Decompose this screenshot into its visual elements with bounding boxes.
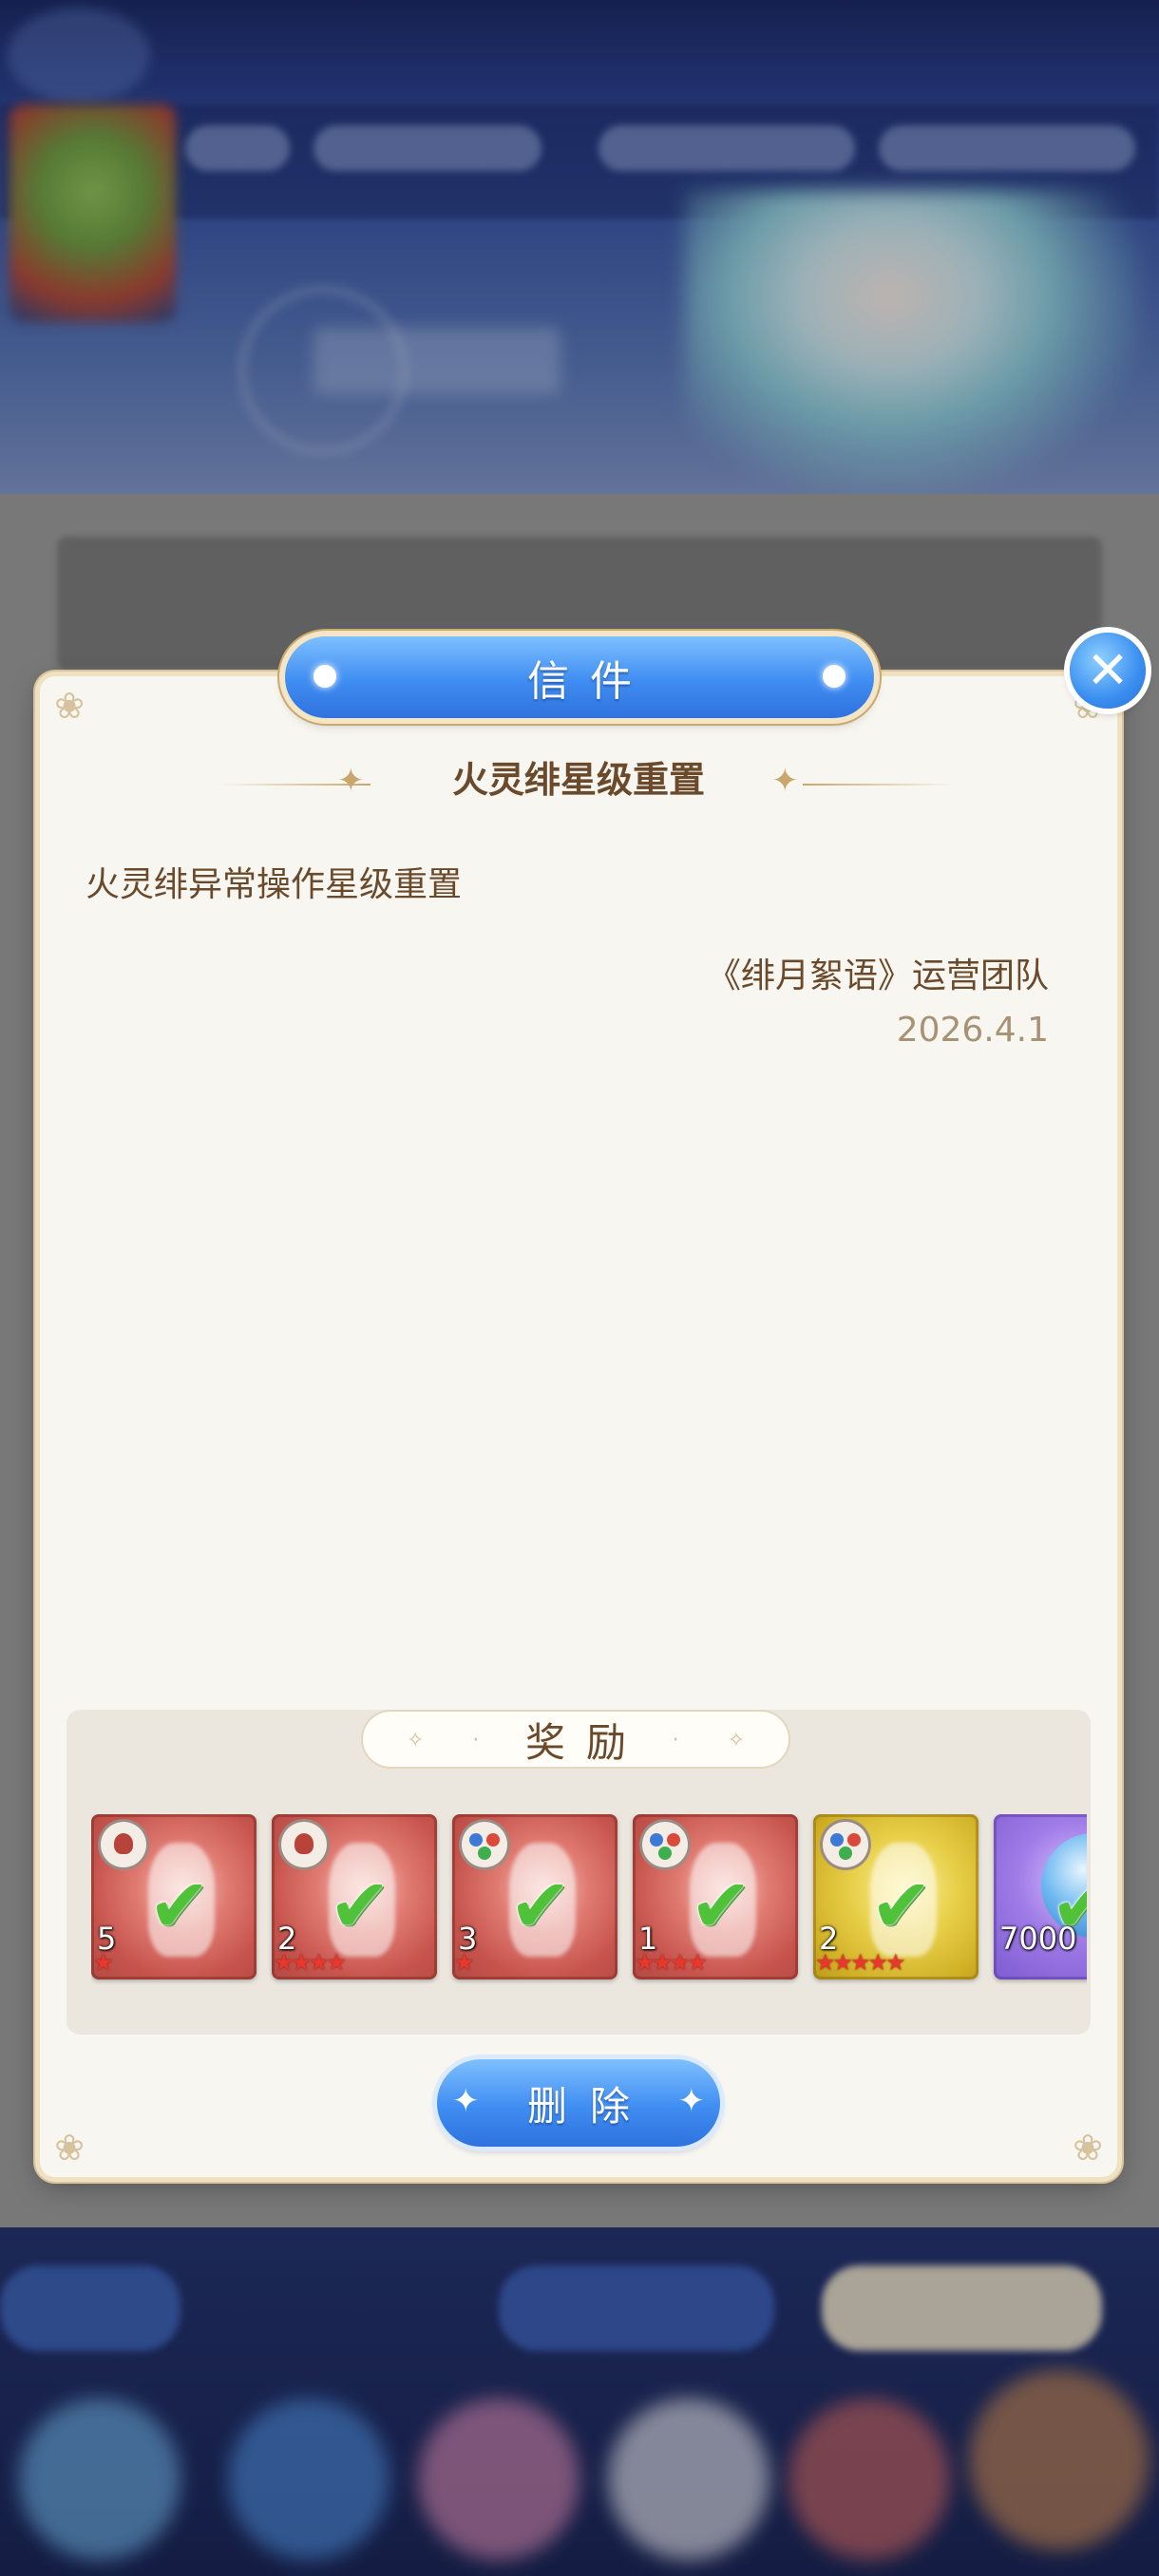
delete-button[interactable]: ✦ 删除 ✦: [437, 2059, 720, 2147]
corner-ornament-icon: ❀: [54, 685, 85, 727]
reward-count: 7000: [999, 1921, 1077, 1957]
fire-icon: [281, 1822, 327, 1867]
star-rating: ★: [93, 1949, 113, 1976]
sparkle-icon: ✦: [452, 2082, 480, 2120]
sparkle-icon: [314, 665, 336, 688]
claimed-check-icon: ✔: [148, 1864, 211, 1949]
sparkle-icon: · ✧: [672, 1729, 766, 1752]
mail-date: 2026.4.1: [896, 1011, 1049, 1050]
sparkle-icon: [823, 665, 846, 688]
dialog-title-banner: 信件: [285, 636, 874, 718]
divider: [803, 784, 955, 786]
rewards-header: ✧ · 奖励 · ✧: [363, 1712, 788, 1767]
reward-item[interactable]: ✔ 3 ★: [452, 1814, 618, 1979]
mail-body: 火灵绯异常操作星级重置: [86, 865, 463, 904]
tri-element-icon: [642, 1822, 688, 1867]
star-rating: ★: [454, 1949, 474, 1976]
close-button[interactable]: ✕: [1070, 633, 1146, 709]
flourish-icon: ✦: [771, 762, 799, 800]
rewards-label: 奖励: [524, 1718, 647, 1766]
mail-subject: 火灵绯星级重置: [451, 759, 705, 801]
claimed-check-icon: ✔: [329, 1864, 391, 1949]
tri-element-icon: [462, 1822, 507, 1867]
corner-ornament-icon: ❀: [1073, 2127, 1103, 2169]
rewards-list[interactable]: ✔ 5 ★ ✔ 2 ★★★★ ✔ 3 ★ ✔ 1 ★★★★ ✔ 2 ★★★★★ …: [91, 1814, 1087, 1985]
dialog-title: 信件: [527, 657, 653, 706]
sparkle-icon: ✧ ·: [407, 1729, 501, 1752]
close-icon: ✕: [1086, 640, 1130, 700]
reward-item[interactable]: ✔ 2 ★★★★★: [813, 1814, 978, 1979]
delete-label: 删除: [526, 2082, 653, 2130]
star-rating: ★★★★★: [815, 1949, 906, 1976]
reward-item[interactable]: ✔ 7000: [994, 1814, 1087, 1979]
mail-signature: 《绯月絮语》运营团队: [706, 957, 1049, 995]
claimed-check-icon: ✔: [509, 1864, 572, 1949]
claimed-check-icon: ✔: [870, 1864, 933, 1949]
claimed-check-icon: ✔: [690, 1864, 752, 1949]
corner-ornament-icon: ❀: [54, 2127, 85, 2169]
reward-item[interactable]: ✔ 2 ★★★★: [272, 1814, 437, 1979]
star-rating: ★★★★: [635, 1949, 708, 1976]
reward-item[interactable]: ✔ 5 ★: [91, 1814, 256, 1979]
fire-icon: [101, 1822, 146, 1867]
tri-element-icon: [823, 1822, 868, 1867]
reward-item[interactable]: ✔ 1 ★★★★: [633, 1814, 798, 1979]
sparkle-icon: ✦: [677, 2082, 706, 2120]
star-rating: ★★★★: [274, 1949, 347, 1976]
